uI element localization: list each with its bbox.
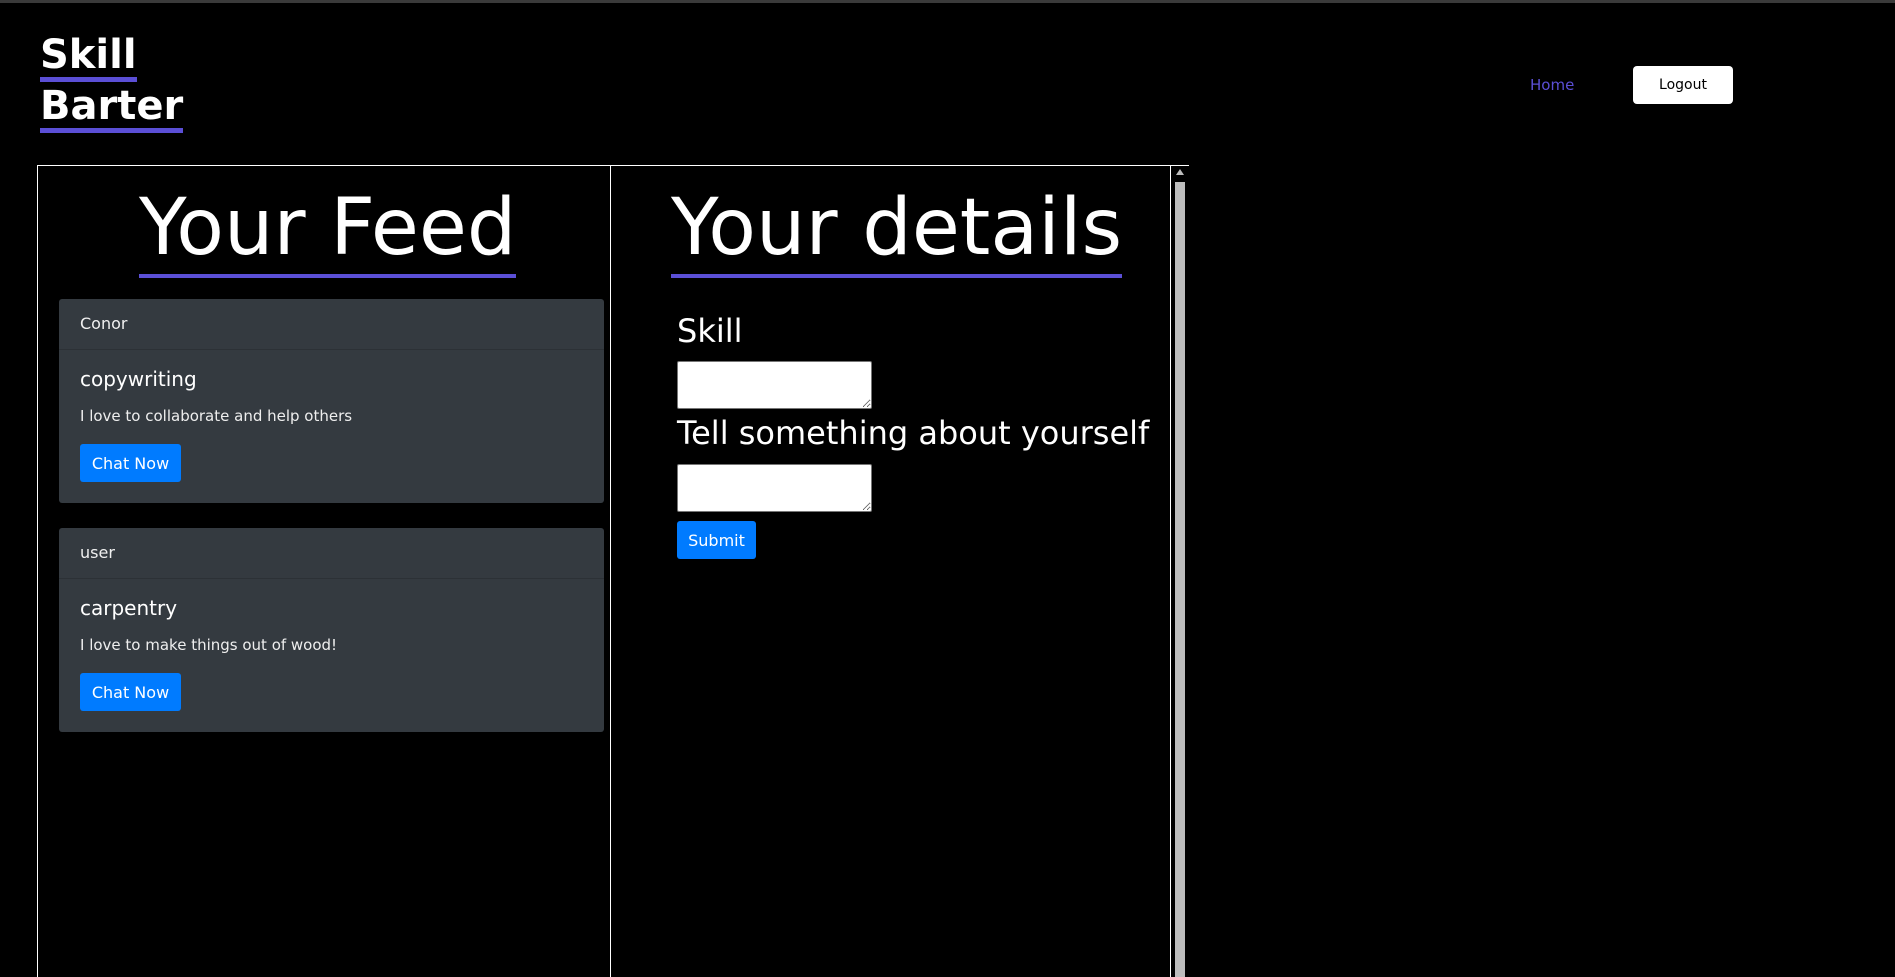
about-label: Tell something about yourself <box>677 414 1150 452</box>
feed-column: Your Feed Conor copywriting I love to co… <box>37 166 611 977</box>
scrollbar-thumb[interactable] <box>1175 182 1185 977</box>
card-skill: copywriting <box>80 367 197 391</box>
skill-input[interactable] <box>677 361 872 409</box>
card-user: user <box>59 528 604 579</box>
feed-card: user carpentry I love to make things out… <box>59 528 604 732</box>
scroll-up-arrow-icon[interactable] <box>1176 169 1184 175</box>
brand-line-2: Barter <box>40 84 184 133</box>
content-frame: Your Feed Conor copywriting I love to co… <box>37 165 1189 977</box>
brand-logo[interactable]: Skill Barter <box>40 31 184 133</box>
details-title: Your details <box>671 184 1123 278</box>
scrollbar[interactable] <box>1171 166 1189 977</box>
about-input[interactable] <box>677 464 872 512</box>
card-description: I love to make things out of wood! <box>80 636 338 654</box>
logout-button[interactable]: Logout <box>1633 66 1733 104</box>
details-column: Your details Skill Tell something about … <box>611 166 1171 977</box>
feed-title: Your Feed <box>139 184 517 278</box>
chat-now-button[interactable]: Chat Now <box>80 444 181 482</box>
feed-card: Conor copywriting I love to collaborate … <box>59 299 604 503</box>
brand-line-1: Skill <box>40 33 137 82</box>
card-skill: carpentry <box>80 596 178 620</box>
chat-now-button[interactable]: Chat Now <box>80 673 181 711</box>
card-user: Conor <box>59 299 604 350</box>
skill-label: Skill <box>677 312 743 350</box>
submit-button[interactable]: Submit <box>677 521 756 559</box>
top-nav: Home Logout <box>1530 66 1895 106</box>
card-description: I love to collaborate and help others <box>80 407 353 425</box>
nav-home-link[interactable]: Home <box>1530 76 1574 94</box>
